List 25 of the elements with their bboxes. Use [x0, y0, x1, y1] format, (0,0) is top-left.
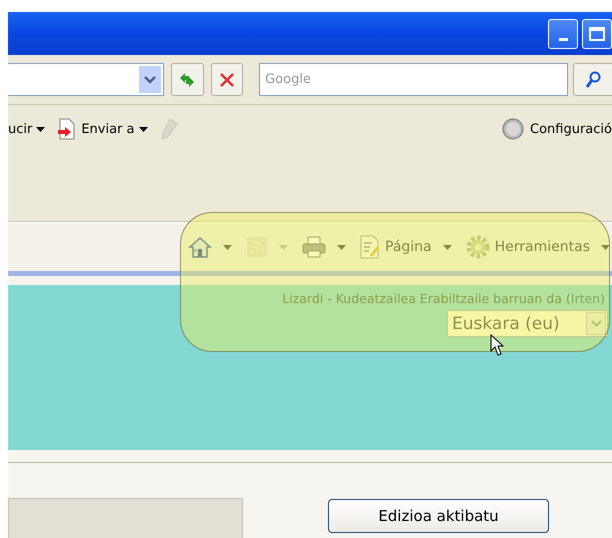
search-button[interactable] — [572, 63, 612, 96]
caret-icon[interactable] — [36, 126, 46, 132]
stop-button[interactable] — [210, 63, 244, 96]
search-icon — [584, 70, 601, 88]
send-menu[interactable]: Enviar a — [81, 122, 135, 136]
cursor-icon — [490, 334, 504, 356]
menu-label[interactable]: ucir — [8, 122, 32, 136]
minimize-button[interactable] — [548, 18, 578, 48]
page-icon[interactable] — [360, 235, 380, 259]
circle-icon[interactable] — [502, 118, 524, 140]
address-field[interactable] — [8, 63, 164, 96]
login-status-text: Lizardi - Kudeatzailea Erabiltzaile barruan da (Irten) — [282, 291, 605, 306]
chevron-icon — [590, 320, 602, 327]
refresh-button[interactable] — [171, 63, 204, 96]
activate-editing-button[interactable]: Edizioa aktibatu — [328, 499, 549, 533]
close-icon — [218, 72, 235, 88]
printer-icon[interactable] — [302, 236, 326, 258]
caret-icon[interactable] — [138, 126, 148, 132]
settings-menu[interactable]: Configuració — [530, 122, 612, 136]
dropdown-button[interactable] — [139, 66, 162, 93]
maximize-button[interactable] — [582, 18, 612, 48]
search-field[interactable]: Google — [259, 63, 568, 96]
document-arrow-icon[interactable] — [57, 118, 78, 140]
chevron-icon — [144, 76, 156, 84]
home-icon[interactable] — [188, 235, 212, 259]
